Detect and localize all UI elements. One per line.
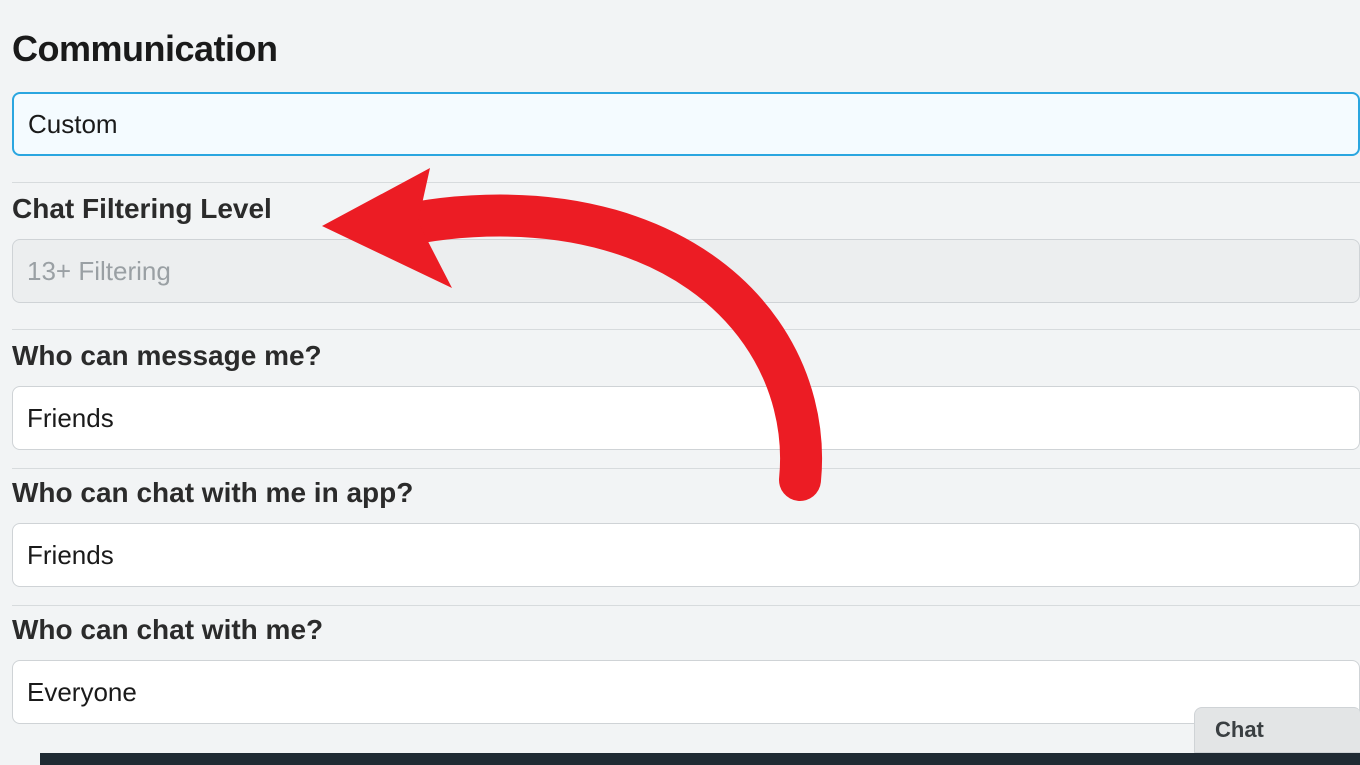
bottom-bar bbox=[40, 753, 1360, 765]
divider bbox=[12, 182, 1360, 183]
who-can-chat-in-app-label: Who can chat with me in app? bbox=[12, 477, 1360, 509]
communication-settings-panel: Communication Custom Chat Filtering Leve… bbox=[0, 0, 1360, 724]
who-can-message-label: Who can message me? bbox=[12, 340, 1360, 372]
who-can-message-value: Friends bbox=[27, 403, 114, 434]
communication-preset-select[interactable]: Custom bbox=[12, 92, 1360, 156]
section-title-communication: Communication bbox=[12, 28, 1360, 70]
chat-filtering-select[interactable]: 13+ Filtering bbox=[12, 239, 1360, 303]
who-can-chat-in-app-value: Friends bbox=[27, 540, 114, 571]
communication-preset-value: Custom bbox=[28, 109, 118, 140]
chat-filtering-group: Chat Filtering Level 13+ Filtering bbox=[12, 182, 1360, 303]
who-can-chat-group: Who can chat with me? Everyone bbox=[12, 605, 1360, 724]
who-can-chat-in-app-group: Who can chat with me in app? Friends bbox=[12, 468, 1360, 587]
who-can-chat-in-app-select[interactable]: Friends bbox=[12, 523, 1360, 587]
chat-filtering-value: 13+ Filtering bbox=[27, 256, 171, 287]
chat-tab[interactable]: Chat bbox=[1194, 707, 1360, 753]
chat-filtering-label: Chat Filtering Level bbox=[12, 193, 1360, 225]
who-can-message-select[interactable]: Friends bbox=[12, 386, 1360, 450]
divider bbox=[12, 329, 1360, 330]
chat-tab-label: Chat bbox=[1215, 717, 1264, 743]
who-can-chat-select[interactable]: Everyone bbox=[12, 660, 1360, 724]
who-can-chat-label: Who can chat with me? bbox=[12, 614, 1360, 646]
who-can-message-group: Who can message me? Friends bbox=[12, 329, 1360, 450]
divider bbox=[12, 468, 1360, 469]
divider bbox=[12, 605, 1360, 606]
who-can-chat-value: Everyone bbox=[27, 677, 137, 708]
